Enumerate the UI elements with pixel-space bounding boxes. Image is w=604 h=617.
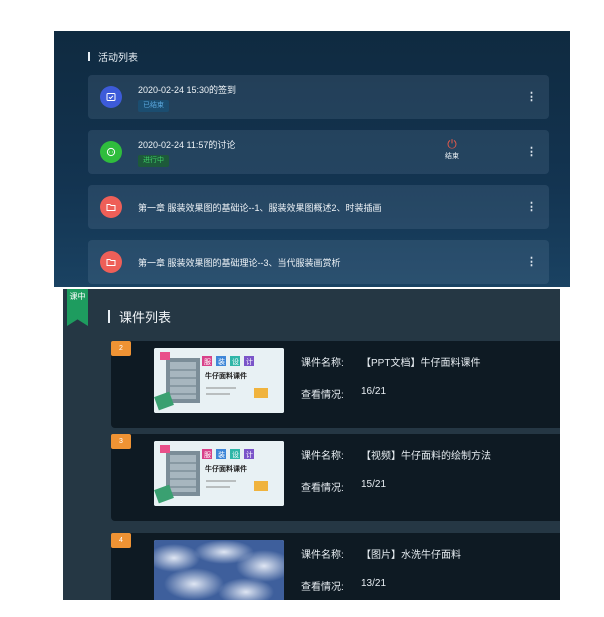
svg-text:计: 计 xyxy=(246,450,253,459)
header-accent-bar xyxy=(108,310,110,323)
courseware-views: 13/21 xyxy=(361,578,387,589)
activity-list-header: 活动列表 xyxy=(88,49,138,64)
svg-text:设: 设 xyxy=(232,450,239,459)
index-badge: 2 xyxy=(111,341,131,356)
end-activity-button[interactable]: ⏻ 结束 xyxy=(440,138,464,161)
courseware-name-label: 课件名称: xyxy=(301,358,344,369)
courseware-thumbnail[interactable]: 服 装 设 计 牛仔面料课件 xyxy=(154,348,284,413)
courseware-list-title: 课件列表 xyxy=(119,310,172,325)
activity-item-chapter-1[interactable]: 第一章 服装效果图的基础论--1、服装效果图概述2、时装插画 ⋮ xyxy=(88,185,549,229)
courseware-name: 【PPT文档】牛仔面料课件 xyxy=(361,358,481,369)
folder-icon xyxy=(100,251,122,273)
courseware-name-label: 课件名称: xyxy=(301,451,344,462)
header-accent-bar xyxy=(88,52,90,61)
courseware-card[interactable]: 3 服 装 设 计 牛仔面料课件 课件名称: 【视频】牛仔面料的绘制方法 查看情… xyxy=(111,434,560,521)
courseware-name: 【图片】水洗牛仔面料 xyxy=(361,550,461,561)
courseware-panel: 课中 课件列表 2 服 装 设 计 牛仔面料课件 课件名称: 【PPT文档】牛仔… xyxy=(63,289,560,600)
courseware-name: 【视频】牛仔面料的绘制方法 xyxy=(361,451,491,462)
more-options-icon[interactable]: ⋮ xyxy=(526,145,537,159)
courseware-thumbnail[interactable] xyxy=(154,540,284,600)
end-label: 结束 xyxy=(445,153,459,160)
courseware-card[interactable]: 2 服 装 设 计 牛仔面料课件 课件名称: 【PPT文档】牛仔面料课件 查看情… xyxy=(111,341,560,428)
svg-text:服: 服 xyxy=(204,451,211,459)
more-options-icon[interactable]: ⋮ xyxy=(526,255,537,269)
index-badge: 3 xyxy=(111,434,131,449)
svg-text:设: 设 xyxy=(232,357,239,366)
activity-title: 第一章 服装效果图的基础理论--3、当代服装画赏析 xyxy=(138,258,341,268)
activity-title: 2020-02-24 11:57的讨论 xyxy=(138,140,236,150)
status-badge: 进行中 xyxy=(138,155,169,167)
power-icon: ⏻ xyxy=(447,137,457,151)
svg-text:牛仔面料课件: 牛仔面料课件 xyxy=(205,371,247,380)
activity-title: 2020-02-24 15:30的签到 xyxy=(138,85,237,95)
discussion-icon xyxy=(100,141,122,163)
courseware-thumbnail[interactable]: 服 装 设 计 牛仔面料课件 xyxy=(154,441,284,506)
courseware-views: 15/21 xyxy=(361,479,387,490)
folder-icon xyxy=(100,196,122,218)
activity-panel: 活动列表 2020-02-24 15:30的签到 已结束 ⋮ 2020-02-2… xyxy=(54,31,570,287)
more-options-icon[interactable]: ⋮ xyxy=(526,200,537,214)
index-badge: 4 xyxy=(111,533,131,548)
status-badge: 已结束 xyxy=(138,100,169,112)
svg-text:装: 装 xyxy=(218,450,225,459)
courseware-views-label: 查看情况: xyxy=(301,390,344,401)
activity-item-chapter-2[interactable]: 第一章 服装效果图的基础理论--3、当代服装画赏析 ⋮ xyxy=(88,240,549,284)
courseware-views-label: 查看情况: xyxy=(301,582,344,593)
courseware-name-label: 课件名称: xyxy=(301,550,344,561)
activity-item-checkin[interactable]: 2020-02-24 15:30的签到 已结束 ⋮ xyxy=(88,75,549,119)
svg-text:装: 装 xyxy=(218,357,225,366)
svg-text:服: 服 xyxy=(204,358,211,366)
courseware-views: 16/21 xyxy=(361,386,387,397)
svg-text:计: 计 xyxy=(246,357,253,366)
more-options-icon[interactable]: ⋮ xyxy=(526,90,537,104)
svg-text:牛仔面料课件: 牛仔面料课件 xyxy=(205,464,247,473)
activity-title: 第一章 服装效果图的基础论--1、服装效果图概述2、时装插画 xyxy=(138,203,382,213)
checkin-icon xyxy=(100,86,122,108)
in-class-ribbon: 课中 xyxy=(67,289,88,326)
courseware-views-label: 查看情况: xyxy=(301,483,344,494)
courseware-card[interactable]: 4 课件名称: 【图片】水洗牛仔面料 查看情况: 13/21 xyxy=(111,533,560,600)
activity-list-title: 活动列表 xyxy=(98,53,138,64)
activity-item-discussion[interactable]: 2020-02-24 11:57的讨论 进行中 ⏻ 结束 ⋮ xyxy=(88,130,549,174)
courseware-list-header: 课件列表 xyxy=(108,307,171,326)
